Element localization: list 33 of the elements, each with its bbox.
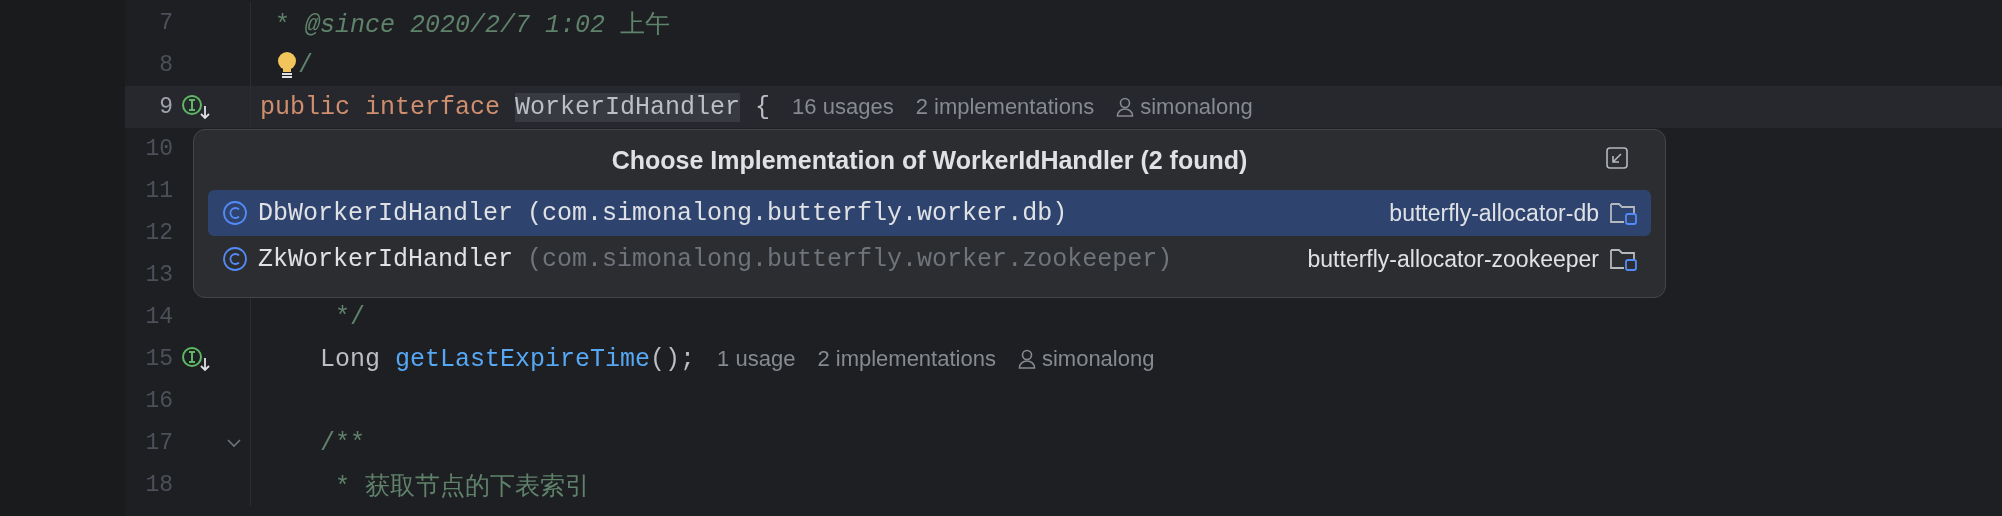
implementation-item[interactable]: DbWorkerIdHandler (com.simonalong.butterfly.worker.db) butterfly-allocator-db bbox=[208, 190, 1651, 236]
class-icon bbox=[222, 200, 248, 226]
open-in-window-icon[interactable] bbox=[1605, 146, 1629, 170]
usage-hint[interactable]: 1 usage bbox=[717, 346, 796, 372]
author-hint[interactable]: simonalong bbox=[1041, 346, 1155, 372]
class-name: DbWorkerIdHandler bbox=[258, 198, 514, 228]
usage-hint[interactable]: 2 implementations bbox=[915, 94, 1095, 120]
implementation-marker-icon[interactable] bbox=[180, 94, 211, 120]
code-line: /** bbox=[319, 428, 366, 458]
package-name: (com.simonalong.butterfly.worker.zookeeper) bbox=[527, 244, 1173, 274]
code-line: / bbox=[298, 50, 313, 80]
usage-hint[interactable]: 16 usages bbox=[792, 94, 894, 120]
package-name: (com.simonalong.butterfly.worker.db) bbox=[527, 198, 1068, 228]
popup-title: Choose Implementation of WorkerIdHandler (2 found) bbox=[611, 145, 1248, 175]
code-line: Long getLastExpireTime(); bbox=[319, 344, 696, 374]
code-line: */ bbox=[334, 302, 366, 332]
module-name: butterfly-allocator-db bbox=[1389, 199, 1599, 227]
class-icon bbox=[222, 246, 248, 272]
module-folder-icon bbox=[1609, 246, 1639, 272]
module-folder-icon bbox=[1609, 200, 1639, 226]
author-hint[interactable]: simonalong bbox=[1140, 94, 1253, 120]
code-line: * @since 2020/2/7 1:02 上午 bbox=[274, 9, 671, 40]
implementation-marker-icon[interactable] bbox=[180, 346, 211, 372]
person-icon bbox=[1116, 97, 1135, 117]
module-name: butterfly-allocator-zookeeper bbox=[1307, 245, 1599, 273]
line-number: 9 bbox=[158, 94, 173, 120]
implementation-item[interactable]: ZkWorkerIdHandler (com.simonalong.butterfly.worker.zookeeper) butterfly-allocator-zookeeper bbox=[208, 236, 1651, 282]
code-line: * 获取节点的下表索引 bbox=[334, 471, 591, 502]
code-line: public interface WorkerIdHandler { bbox=[260, 92, 771, 122]
usage-hint[interactable]: 2 implementations bbox=[817, 346, 996, 372]
person-icon bbox=[1017, 349, 1036, 369]
fold-chevron-icon[interactable] bbox=[226, 438, 242, 448]
class-name: ZkWorkerIdHandler bbox=[258, 244, 514, 274]
